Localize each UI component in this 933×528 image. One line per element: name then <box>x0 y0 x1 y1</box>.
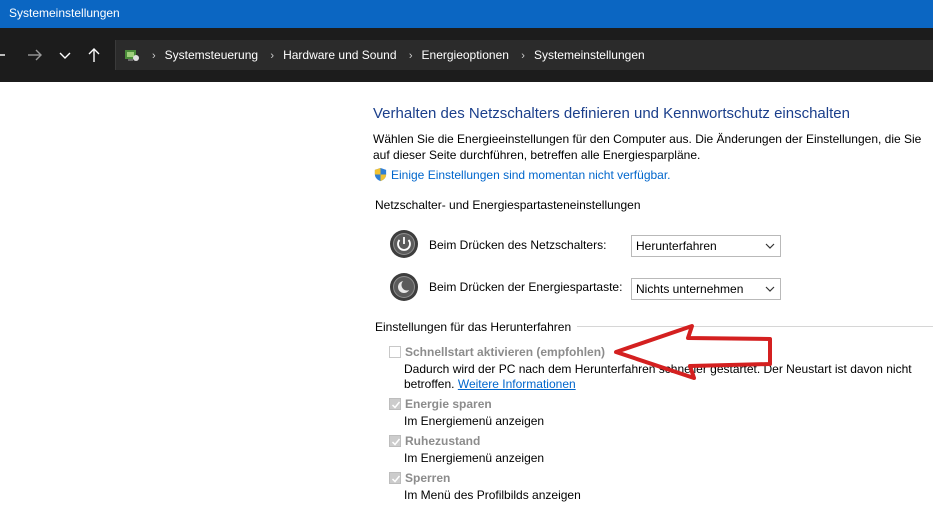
check-icon <box>391 401 401 409</box>
chevron-down-icon <box>59 52 71 59</box>
buttons-group-title: Netzschalter- und Energiespartasteneinst… <box>375 198 647 212</box>
lock-label: Sperren <box>405 471 451 485</box>
title-bar: Systemeinstellungen <box>0 0 933 28</box>
lock-checkbox[interactable] <box>389 472 401 484</box>
fast-startup-label: Schnellstart aktivieren (empfohlen) <box>405 345 606 359</box>
sleep-button-action-select[interactable]: Nichts unternehmen <box>631 278 781 300</box>
forward-button[interactable] <box>25 45 45 65</box>
breadcrumb-separator: › <box>408 50 413 62</box>
check-icon <box>391 475 401 483</box>
recent-pages-button[interactable] <box>55 45 75 65</box>
hibernate-label: Ruhezustand <box>405 434 481 448</box>
breadcrumb-separator: › <box>152 50 156 62</box>
chevron-down-icon <box>765 243 775 249</box>
back-button[interactable] <box>0 45 16 65</box>
unavailable-settings-link[interactable]: Einige Einstellungen sind momentan nicht… <box>391 168 671 182</box>
breadcrumb-separator: › <box>270 50 275 62</box>
hibernate-checkbox[interactable] <box>389 435 401 447</box>
intro-text: Wählen Sie die Energieeinstellungen für … <box>373 132 922 162</box>
power-button-action-select[interactable]: Herunterfahren <box>631 235 781 257</box>
sleep-button-label: Beim Drücken der Energiespartaste: <box>429 280 623 294</box>
back-arrow-icon <box>0 54 5 56</box>
sleep-checkbox[interactable] <box>389 398 401 410</box>
shutdown-group-title: Einstellungen für das Herunterfahren <box>375 320 578 334</box>
breadcrumb-separator: › <box>521 50 525 62</box>
up-button[interactable] <box>84 45 104 65</box>
sleep-moon-icon <box>390 273 418 301</box>
power-button-label: Beim Drücken des Netzschalters: <box>429 238 607 252</box>
breadcrumb: › Systemsteuerung › Hardware und Sound › En… <box>148 48 645 62</box>
power-icon <box>390 230 418 258</box>
sleep-description: Im Energiemenü anzeigen <box>404 414 545 428</box>
power-button-action-value: Herunterfahren <box>636 239 717 253</box>
page-heading: Verhalten des Netzschalters definieren u… <box>373 105 850 122</box>
unavailable-settings-row[interactable]: Einige Einstellungen sind momentan nicht… <box>373 167 671 182</box>
fast-startup-checkbox[interactable] <box>389 346 401 358</box>
control-panel-icon <box>125 50 139 61</box>
sleep-button-action-value: Nichts unternehmen <box>636 282 744 296</box>
main-content: Verhalten des Netzschalters definieren u… <box>0 82 933 528</box>
sleep-label: Energie sparen <box>405 397 492 411</box>
more-info-link[interactable]: Weitere Informationen <box>458 377 576 391</box>
lock-description: Im Menü des Profilbilds anzeigen <box>404 488 581 502</box>
navigation-bar: › Systemsteuerung › Hardware und Sound › En… <box>0 28 933 82</box>
breadcrumb-systemsteuerung[interactable]: Systemsteuerung <box>165 48 258 62</box>
annotation-arrow <box>614 324 772 380</box>
shield-icon <box>374 167 387 182</box>
fast-startup-description-end: betroffen. <box>404 377 455 391</box>
address-bar[interactable]: › Systemsteuerung › Hardware und Sound › En… <box>115 40 933 70</box>
fast-startup-description-2: betroffen. Weitere Informationen <box>404 377 576 391</box>
up-arrow-icon <box>88 48 100 62</box>
check-icon <box>391 438 401 446</box>
hibernate-description: Im Energiemenü anzeigen <box>404 451 545 465</box>
forward-arrow-icon <box>28 49 42 61</box>
chevron-down-icon <box>765 286 775 292</box>
breadcrumb-hardware-und-sound[interactable]: Hardware und Sound <box>283 48 396 62</box>
breadcrumb-systemeinstellungen[interactable]: Systemeinstellungen <box>534 48 645 62</box>
breadcrumb-energieoptionen[interactable]: Energieoptionen <box>422 48 509 62</box>
window-title: Systemeinstellungen <box>9 6 120 20</box>
